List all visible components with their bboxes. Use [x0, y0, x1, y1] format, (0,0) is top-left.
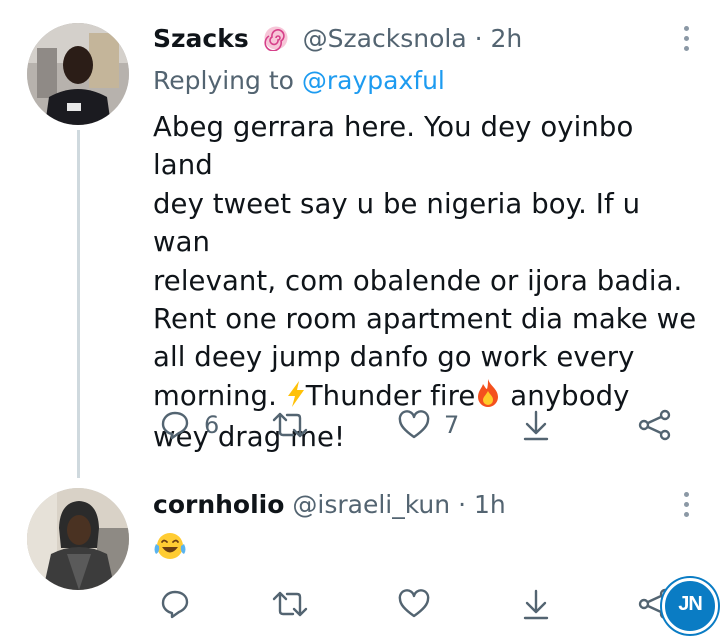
- heart-icon: [398, 410, 430, 439]
- share-button[interactable]: [638, 405, 672, 445]
- more-options-icon[interactable]: [684, 492, 690, 522]
- download-arrow-icon: [523, 589, 549, 620]
- tweet-text-line: all deey jump danfo go work every: [153, 341, 635, 374]
- tweet-text-line: dey tweet say u be nigeria boy. If u wan: [153, 187, 641, 259]
- retweet-icon: [272, 412, 308, 438]
- display-name[interactable]: Szacks: [153, 24, 249, 53]
- tweet-header: Szacks @Szacksnola · 2h: [153, 22, 522, 60]
- display-name[interactable]: cornholio: [153, 490, 284, 519]
- tweet-actions: 6 7: [160, 405, 680, 445]
- tweet-actions: [160, 584, 680, 624]
- tweet-text-line: Rent one room apartment dia make we: [153, 303, 697, 336]
- like-count: 7: [444, 411, 460, 439]
- more-options-icon[interactable]: [684, 26, 690, 56]
- user-handle[interactable]: @Szacksnola: [303, 24, 467, 53]
- thread-line: [77, 130, 80, 478]
- tweet-text-line: relevant, com obalende or ijora badia.: [153, 264, 683, 297]
- like-button[interactable]: [398, 584, 430, 624]
- avatar-cornholio[interactable]: [27, 488, 129, 590]
- replying-to: Replying to @raypaxful: [153, 64, 445, 98]
- tears-of-joy-emoji-icon: [153, 530, 187, 566]
- download-button[interactable]: [522, 584, 550, 624]
- heart-icon: [398, 589, 430, 618]
- download-button[interactable]: [522, 405, 550, 445]
- tweet-text-line: Abeg gerrara here. You dey oyinbo land: [153, 111, 634, 182]
- reply-icon: [161, 411, 189, 440]
- download-arrow-icon: [523, 410, 549, 441]
- tweet-header: cornholio @israeli_kun · 1h: [153, 488, 506, 522]
- watermark-logo: JN: [662, 578, 718, 634]
- replying-label: Replying to: [153, 66, 294, 95]
- like-button[interactable]: 7: [398, 405, 459, 445]
- timestamp[interactable]: · 2h: [475, 24, 523, 53]
- retweet-button[interactable]: [272, 405, 308, 445]
- retweet-icon: [272, 591, 308, 617]
- replying-mention[interactable]: @raypaxful: [302, 66, 445, 95]
- reply-count: 6: [204, 411, 220, 439]
- retweet-button[interactable]: [272, 584, 308, 624]
- user-handle[interactable]: @israeli_kun: [292, 490, 450, 519]
- avatar-szacks[interactable]: [27, 23, 129, 125]
- share-icon: [638, 409, 671, 441]
- reply-icon: [161, 590, 189, 619]
- tweet-szacks[interactable]: Szacks @Szacksnola · 2h Replying to @ray…: [0, 0, 720, 478]
- reply-button[interactable]: 6: [160, 405, 219, 445]
- tweet-cornholio[interactable]: cornholio @israeli_kun · 1h: [0, 478, 720, 642]
- timestamp[interactable]: · 1h: [458, 490, 506, 519]
- reply-button[interactable]: [160, 584, 190, 624]
- lollipop-emoji-icon: [263, 25, 289, 60]
